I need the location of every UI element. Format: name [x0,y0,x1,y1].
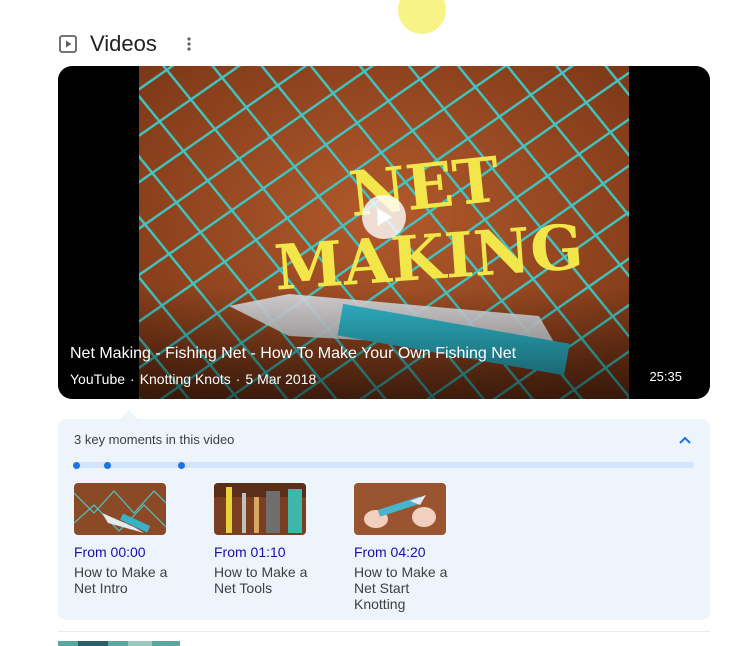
key-moment-item[interactable]: From 00:00 How to Make a Net Intro [74,483,194,596]
video-duration: 25:35 [649,369,682,384]
section-title: Videos [90,31,157,56]
video-meta: YouTube · Knotting Knots · 5 Mar 2018 [70,371,317,387]
key-moments-panel: 3 key moments in this video From 00:00 H… [58,419,710,620]
moment-marker-1[interactable] [73,462,80,469]
video-source: YouTube [70,371,126,387]
video-channel: Knotting Knots [139,371,231,387]
moment-thumbnail [214,483,306,535]
video-date: 5 Mar 2018 [245,371,317,387]
videos-section-header: Videos [58,30,197,58]
moment-time: From 00:00 [74,544,146,560]
cursor-highlight [398,0,446,34]
key-moment-item[interactable]: From 04:20 How to Make a Net Start Knott… [354,483,474,612]
next-result-thumbnail-edge [58,641,180,646]
moment-thumbnail [354,483,446,535]
key-moments-timeline[interactable] [74,462,694,468]
key-moments-heading: 3 key moments in this video [74,432,235,447]
chevron-up-icon[interactable] [676,431,694,449]
moment-thumbnail [74,483,166,535]
more-vert-icon[interactable] [181,34,197,54]
moment-marker-2[interactable] [104,462,111,469]
moment-time: From 04:20 [354,544,426,560]
moment-label: How to Make a Net Intro [74,564,168,596]
moment-marker-3[interactable] [178,462,185,469]
section-divider [58,631,710,632]
key-moment-item[interactable]: From 01:10 How to Make a Net Tools [214,483,334,596]
moment-label: How to Make a Net Tools [214,564,308,596]
panel-caret [120,410,138,419]
moment-time: From 01:10 [214,544,286,560]
video-title[interactable]: Net Making - Fishing Net - How To Make Y… [70,345,516,363]
moment-label: How to Make a Net Start Knotting [354,564,448,612]
play-icon[interactable] [362,195,406,239]
video-play-icon [59,35,77,53]
video-player[interactable]: NET MAKING Net Making - Fishing Net - Ho… [58,66,710,399]
